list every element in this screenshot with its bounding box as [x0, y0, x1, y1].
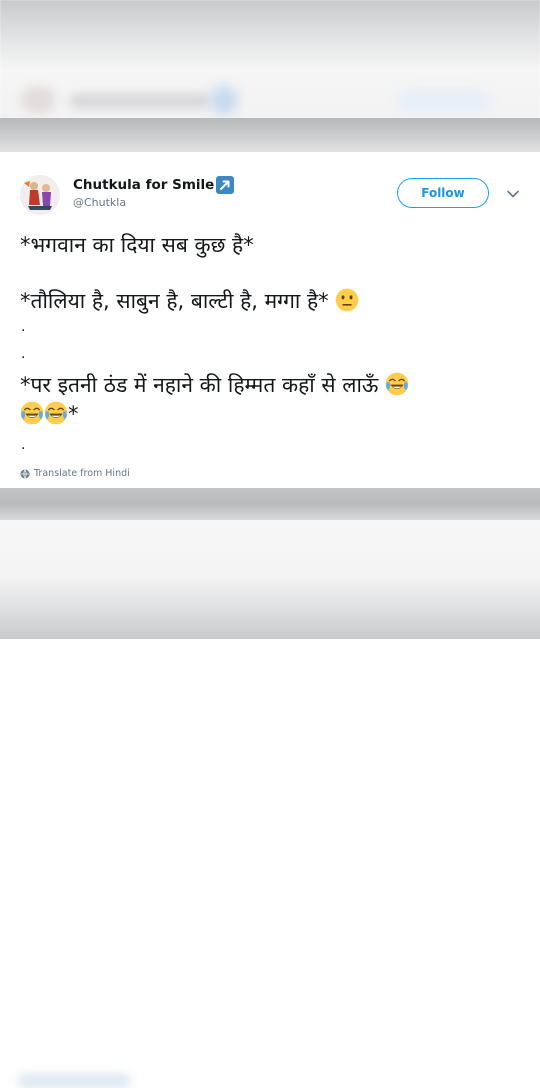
globe-icon — [20, 469, 30, 478]
blurred-next-tweet — [0, 520, 540, 1088]
divider-band-top — [0, 118, 540, 152]
tweet-text-line-3: *पर इतनी ठंड में नहाने की हिम्मत कहाँ से… — [20, 372, 409, 398]
display-name-text: Chutkula for Smile — [73, 177, 215, 193]
blurred-avatar — [20, 86, 56, 114]
tweet-dot-line-2: . — [21, 346, 26, 362]
user-handle[interactable]: @Chutkla — [73, 196, 126, 209]
blurred-button — [396, 90, 492, 112]
tweet-dot-line-1: . — [21, 319, 26, 335]
follow-button[interactable]: Follow — [397, 178, 489, 208]
avatar-illustration-icon — [20, 175, 60, 215]
external-link-icon — [216, 176, 235, 194]
tweet-text-line-4-suffix: * — [68, 402, 79, 426]
tweet-dot-line-3: . — [21, 437, 26, 453]
display-name[interactable]: Chutkula for Smile — [73, 176, 235, 194]
avatar[interactable] — [20, 175, 60, 215]
face-with-tears-of-joy-emoji — [44, 401, 68, 425]
translate-label: Translate from Hindi — [34, 468, 130, 479]
face-with-tears-of-joy-emoji — [20, 401, 44, 425]
divider-band-bottom — [0, 488, 540, 520]
blurred-previous-tweet — [0, 0, 540, 118]
tweet-text-line-2: *तौलिया है, साबुन है, बाल्टी है, मग्गा ह… — [20, 288, 359, 314]
tweet-text-line-3-text: *पर इतनी ठंड में नहाने की हिम्मत कहाँ से… — [20, 373, 386, 397]
neutral-face-emoji — [336, 288, 359, 312]
face-with-tears-of-joy-emoji — [385, 372, 409, 396]
chevron-down-icon[interactable] — [505, 186, 521, 202]
translate-link[interactable]: Translate from Hindi — [20, 468, 130, 479]
blurred-text — [70, 94, 210, 108]
tweet-text-line-2-text: *तौलिया है, साबुन है, बाल्टी है, मग्गा ह… — [20, 289, 336, 313]
tweet-card: Chutkula for Smile @Chutkla Follow *भगवा… — [0, 152, 540, 488]
blurred-link-text — [18, 1074, 130, 1088]
tweet-text-line-1: *भगवान का दिया सब कुछ है* — [20, 233, 254, 257]
tweet-text-line-4: * — [20, 401, 79, 427]
blurred-badge — [210, 86, 238, 114]
